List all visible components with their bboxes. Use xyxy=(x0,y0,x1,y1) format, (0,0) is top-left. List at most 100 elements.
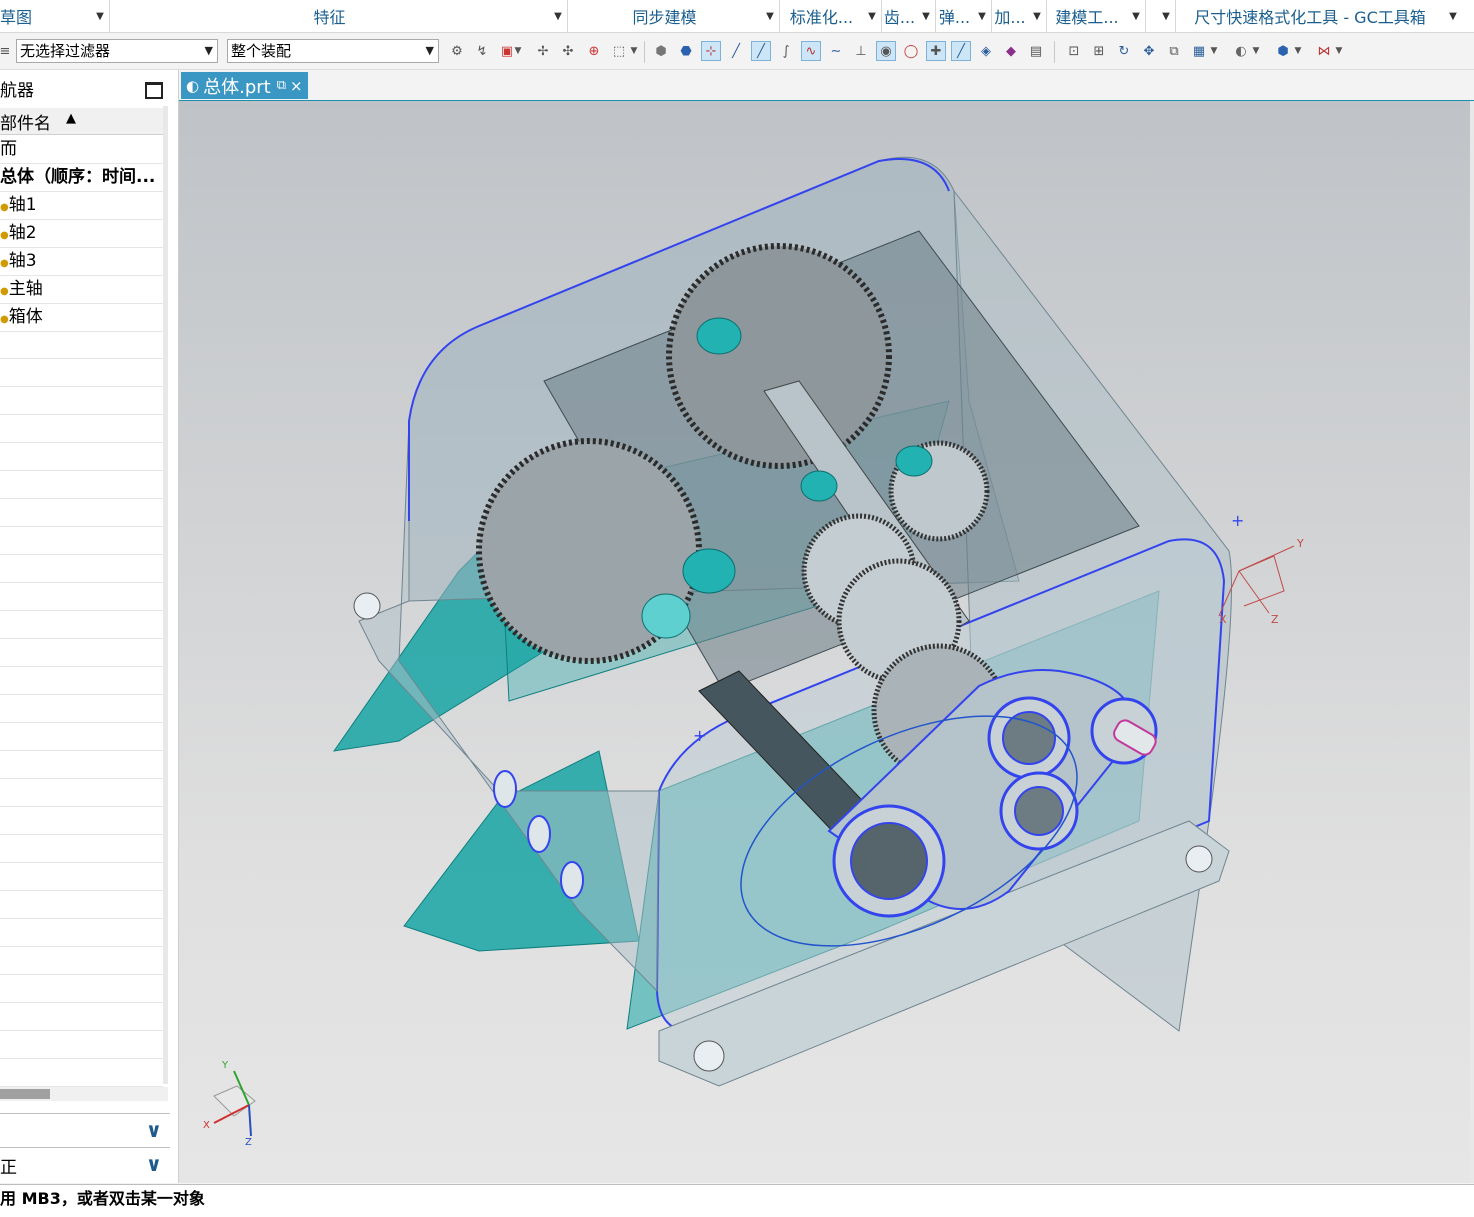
bearing[interactable] xyxy=(800,470,838,502)
preview-panel[interactable]: 正 ∨ xyxy=(0,1147,170,1181)
mounting-hole[interactable] xyxy=(693,1040,725,1072)
chevron-down-icon[interactable]: ▼ xyxy=(973,11,991,22)
selection-filter-dropdown[interactable]: 无选择过滤器 ▼ xyxy=(16,39,218,63)
ribbon-group-machining[interactable]: 加... ▼ xyxy=(992,0,1047,32)
scrollbar-thumb[interactable] xyxy=(0,1089,50,1099)
ribbon-group-standard[interactable]: 标准化... ▼ xyxy=(780,0,882,32)
chevron-down-icon[interactable]: ▼ xyxy=(1127,11,1145,22)
snap-midpoint-icon[interactable]: ╱ xyxy=(751,41,771,61)
tab-assembly-part[interactable]: ◐ 总体.prt ⧉ × xyxy=(181,72,308,99)
mounting-hole[interactable] xyxy=(1185,845,1213,873)
orient-view-icon[interactable]: ⬢ xyxy=(1273,41,1293,61)
chevron-down-icon[interactable]: ▼ xyxy=(1333,41,1345,61)
close-icon[interactable]: × xyxy=(290,77,303,95)
snap-intersection-icon[interactable]: ╱ xyxy=(951,41,971,61)
chevron-down-icon[interactable]: ▼ xyxy=(1444,11,1462,22)
view-triad[interactable]: Y X Z xyxy=(203,1060,256,1148)
snap-bounded-grid-icon[interactable]: ◆ xyxy=(1001,41,1021,61)
dependencies-panel[interactable]: ∨ xyxy=(0,1113,170,1147)
chevron-down-icon[interactable]: ▼ xyxy=(1208,41,1220,61)
tree-row-component[interactable]: ●主轴 xyxy=(0,275,163,304)
ribbon-group-gear[interactable]: 齿... ▼ xyxy=(882,0,936,32)
snap-spline-icon[interactable]: ∼ xyxy=(826,41,846,61)
snap-pole-icon[interactable]: ▤ xyxy=(1026,41,1046,61)
ribbon-group-modeling-tools[interactable]: 建模工... ▼ xyxy=(1047,0,1146,32)
section-view-icon[interactable]: ⋈ xyxy=(1314,41,1334,61)
chevron-down-icon[interactable]: ▼ xyxy=(1028,11,1046,22)
navigator-vertical-scrollbar[interactable] xyxy=(163,106,168,1084)
maximize-icon[interactable] xyxy=(145,82,163,99)
pin-icon[interactable]: ⧉ xyxy=(277,78,286,93)
snap-face-icon[interactable]: ◈ xyxy=(976,41,996,61)
render-style-icon[interactable]: ◐ xyxy=(1231,41,1251,61)
chevron-down-icon[interactable]: ▼ xyxy=(628,41,640,61)
chevron-down-icon[interactable]: ▼ xyxy=(91,11,109,22)
intersect-select-icon[interactable]: ⊕ xyxy=(584,41,604,61)
chevron-down-icon[interactable]: ▼ xyxy=(1250,41,1262,61)
snap-line-icon[interactable]: ╱ xyxy=(726,41,746,61)
tree-row[interactable]: 而 xyxy=(0,135,163,164)
select-body-icon[interactable]: ⬢ xyxy=(651,41,671,61)
view-layout-icon[interactable]: ▦ xyxy=(1189,41,1209,61)
select-all-icon[interactable]: ✣ xyxy=(558,41,578,61)
view-rotate-icon[interactable]: ↻ xyxy=(1114,41,1134,61)
rectangle-select-icon[interactable]: ⬚ xyxy=(609,41,629,61)
bearing-cover-bore[interactable] xyxy=(1002,711,1056,765)
view-fit-icon[interactable]: ⊡ xyxy=(1064,41,1084,61)
select-solid-icon[interactable]: ⬣ xyxy=(676,41,696,61)
ribbon-group-feature[interactable]: 特征 ▼ xyxy=(110,0,568,32)
ribbon-group-sync-modeling[interactable]: 同步建模 ▼ xyxy=(568,0,780,32)
side-hole[interactable] xyxy=(527,815,551,853)
snap-point-icon[interactable]: ✚ xyxy=(926,41,946,61)
snap-quadrant-icon[interactable]: ◯ xyxy=(901,41,921,61)
tree-row-component[interactable]: ●箱体 xyxy=(0,303,163,332)
snap-perpendicular-icon[interactable]: ⊥ xyxy=(851,41,871,61)
side-hole[interactable] xyxy=(560,861,584,899)
gearbox-model[interactable]: Y Z X + + Y X Z xyxy=(179,101,1470,1183)
curve-icon[interactable]: ∫ xyxy=(776,41,796,61)
ribbon-group-sketch[interactable]: 草图 ▼ xyxy=(0,0,110,32)
chevron-down-icon[interactable]: ▼ xyxy=(917,11,935,22)
tree-row-component[interactable]: ●轴3 xyxy=(0,247,163,276)
chevron-down-icon[interactable]: ∨ xyxy=(146,1152,162,1176)
side-hole[interactable] xyxy=(493,770,517,808)
filter-feature-icon[interactable]: ↯ xyxy=(472,41,492,61)
chevron-down-icon[interactable]: ▼ xyxy=(1292,41,1304,61)
graphics-viewport[interactable]: Y Z X + + Y X Z xyxy=(179,101,1470,1183)
navigator-column-header[interactable]: 部件名 ▲ xyxy=(0,108,164,135)
view-zoom-icon[interactable]: ⊞ xyxy=(1089,41,1109,61)
snap-center-icon[interactable]: ◉ xyxy=(876,41,896,61)
tree-row-component[interactable]: ●轴2 xyxy=(0,219,163,248)
large-gear[interactable] xyxy=(666,243,892,469)
crosshair-marker[interactable]: + xyxy=(1231,511,1244,530)
chevron-down-icon[interactable]: ∨ xyxy=(146,1118,162,1142)
bearing-cover-bore[interactable] xyxy=(850,822,928,900)
chevron-down-icon[interactable]: ▼ xyxy=(863,11,881,22)
tree-row-component[interactable]: ●轴1 xyxy=(0,191,163,220)
view-perspective-icon[interactable]: ⧉ xyxy=(1164,41,1184,61)
sort-ascending-icon[interactable]: ▲ xyxy=(66,111,76,126)
tree-row-root-assembly[interactable]: 总体（顺序：时间... xyxy=(0,163,163,192)
bearing[interactable] xyxy=(682,548,736,594)
deselect-icon[interactable]: ✢ xyxy=(533,41,553,61)
menu-icon[interactable]: ≡ xyxy=(0,41,10,61)
ribbon-group-more[interactable]: ▼ xyxy=(1146,0,1176,32)
bearing[interactable] xyxy=(895,445,933,477)
bearing[interactable] xyxy=(641,593,691,639)
chevron-down-icon[interactable]: ▼ xyxy=(512,41,524,61)
bearing-cover-bore[interactable] xyxy=(1014,786,1064,836)
crosshair-marker[interactable]: + xyxy=(693,726,706,745)
view-pan-icon[interactable]: ✥ xyxy=(1139,41,1159,61)
chevron-down-icon[interactable]: ▼ xyxy=(761,11,779,22)
ribbon-group-gc-toolbox[interactable]: 尺寸快速格式化工具 - GC工具箱 ▼ xyxy=(1176,0,1462,32)
tree-empty-row xyxy=(0,1003,163,1031)
mounting-hole[interactable] xyxy=(353,592,381,620)
chevron-down-icon[interactable]: ▼ xyxy=(1157,11,1175,22)
snap-assembly-icon[interactable]: ⚙ xyxy=(447,41,467,61)
chevron-down-icon[interactable]: ▼ xyxy=(549,11,567,22)
bearing[interactable] xyxy=(696,317,742,355)
assembly-scope-dropdown[interactable]: 整个装配 ▼ xyxy=(227,39,439,63)
snap-control-point-icon[interactable]: ∿ xyxy=(801,41,821,61)
ribbon-group-spring[interactable]: 弹... ▼ xyxy=(936,0,992,32)
snap-endpoint-icon[interactable]: ⊹ xyxy=(701,41,721,61)
